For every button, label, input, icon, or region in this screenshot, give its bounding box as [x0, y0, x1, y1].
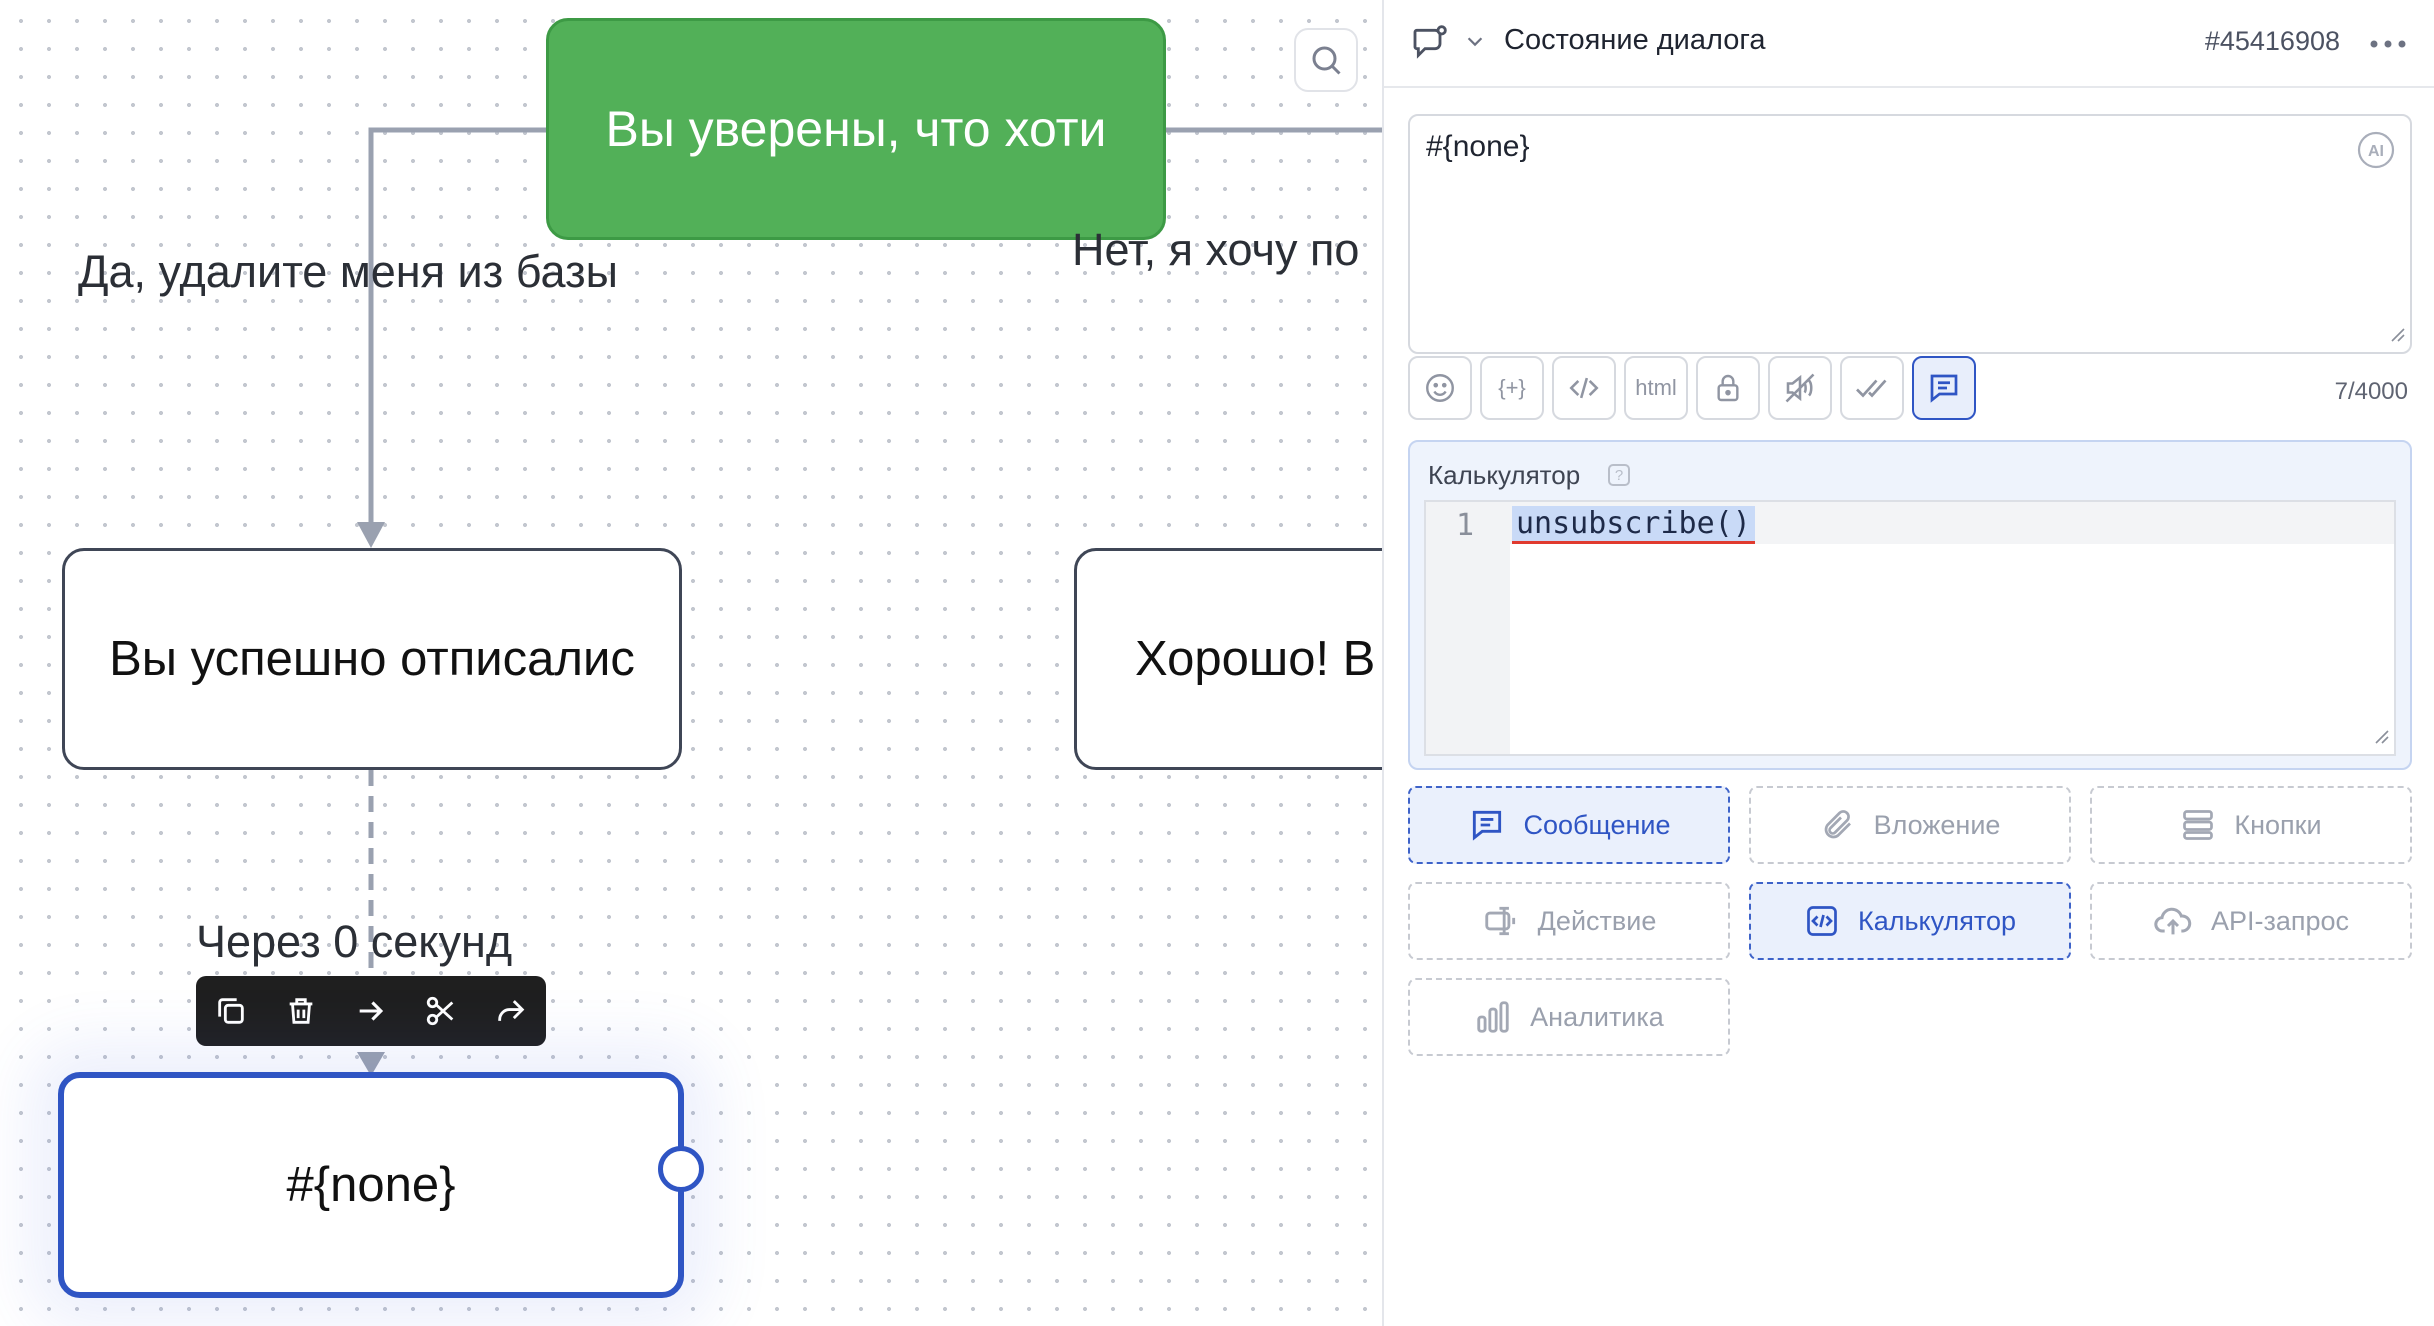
block-message-label: Сообщение	[1523, 809, 1671, 840]
block-attachment-button[interactable]: Вложение	[1749, 786, 2071, 864]
read-check-icon[interactable]	[1840, 356, 1904, 420]
block-api-label: API-запрос	[2210, 905, 2350, 936]
block-calculator-label: Калькулятор	[1857, 905, 2017, 936]
format-toolbar: {+} html	[1408, 356, 1976, 424]
message-textarea[interactable]: #{none} AI	[1408, 114, 2412, 354]
chevron-down-icon[interactable]	[1464, 30, 1486, 57]
block-api-button[interactable]: API-запрос	[2090, 882, 2412, 960]
question-node[interactable]: Вы уверены, что хоти	[546, 18, 1166, 240]
edge-label-no: Нет, я хочу по	[1072, 224, 1360, 275]
unsubscribed-node[interactable]: Вы успешно отписалис	[62, 548, 682, 770]
code-icon[interactable]	[1552, 356, 1616, 420]
html-icon[interactable]: html	[1624, 356, 1688, 420]
block-calculator-button[interactable]: Калькулятор	[1749, 882, 2071, 960]
state-panel: Состояние диалога #45416908 #{none} AI {…	[1382, 0, 2434, 1326]
code-square-icon	[1807, 906, 1837, 936]
scissors-icon[interactable]	[410, 980, 472, 1042]
block-action-label: Действие	[1537, 905, 1657, 936]
ai-icon[interactable]: AI	[2356, 130, 2396, 175]
share-icon[interactable]	[480, 980, 542, 1042]
block-attachment-label: Вложение	[1873, 809, 2001, 840]
question-node-text: Вы уверены, что хоти	[605, 101, 1107, 157]
chat-settings-icon[interactable]	[1410, 22, 1450, 67]
block-buttons-label: Кнопки	[2234, 809, 2322, 840]
line-number: 1	[1456, 508, 1475, 543]
block-analytics-label: Аналитика	[1530, 1001, 1664, 1032]
output-port[interactable]	[658, 1146, 704, 1192]
buttons-list-icon	[2183, 810, 2214, 840]
calculator-card: Калькулятор ? 1 unsubscribe()	[1408, 440, 2412, 770]
analytics-icon	[1477, 1001, 1509, 1033]
emoji-icon[interactable]	[1408, 356, 1472, 420]
block-analytics-button[interactable]: Аналитика	[1408, 978, 1730, 1056]
variable-icon[interactable]: {+}	[1480, 356, 1544, 420]
resize-handle-icon[interactable]	[2372, 727, 2390, 750]
svg-text:AI: AI	[2368, 143, 2384, 160]
lock-icon[interactable]	[1696, 356, 1760, 420]
more-icon[interactable]	[2368, 30, 2408, 63]
resize-handle-icon[interactable]	[2388, 325, 2406, 348]
ok-node[interactable]: Хорошо! В	[1074, 548, 1382, 770]
flow-canvas[interactable]: Вы уверены, что хоти Да, удалите меня из…	[0, 0, 1382, 1326]
char-counter: 7/4000	[2334, 378, 2408, 405]
search-icon	[1312, 46, 1341, 75]
ok-node-text: Хорошо! В	[1135, 632, 1376, 686]
canvas-search-button[interactable]	[1294, 28, 1358, 92]
code-editor[interactable]: 1 unsubscribe()	[1424, 500, 2396, 756]
state-id[interactable]: #45416908	[2205, 26, 2340, 57]
block-action-button[interactable]: Действие	[1408, 882, 1730, 960]
code-line[interactable]: unsubscribe()	[1512, 506, 1755, 544]
selected-node-text: #{none}	[286, 1158, 456, 1212]
unsubscribed-node-text: Вы успешно отписалис	[109, 632, 635, 686]
copy-icon[interactable]	[200, 980, 262, 1042]
calculator-label: Калькулятор	[1428, 460, 1581, 490]
cloud-upload-icon	[2154, 907, 2192, 935]
action-icon	[1484, 906, 1515, 936]
message-text: #{none}	[1426, 130, 1530, 163]
panel-title: Состояние диалога	[1504, 24, 1766, 56]
message-icon	[1472, 810, 1501, 841]
trash-icon[interactable]	[270, 980, 332, 1042]
block-buttons-button[interactable]: Кнопки	[2090, 786, 2412, 864]
help-icon[interactable]: ?	[1608, 464, 1630, 486]
panel-header: Состояние диалога #45416908	[1384, 0, 2434, 88]
paperclip-icon	[1824, 810, 1851, 839]
edge-label-yes: Да, удалите меня из базы	[78, 246, 619, 297]
node-toolbar	[196, 976, 546, 1046]
arrow-right-icon[interactable]	[340, 980, 402, 1042]
message-icon[interactable]	[1912, 356, 1976, 420]
selected-node[interactable]: #{none}	[58, 1072, 704, 1298]
edge-label-delay: Через 0 секунд	[196, 916, 513, 967]
block-message-button[interactable]: Сообщение	[1408, 786, 1730, 864]
mute-icon[interactable]	[1768, 356, 1832, 420]
